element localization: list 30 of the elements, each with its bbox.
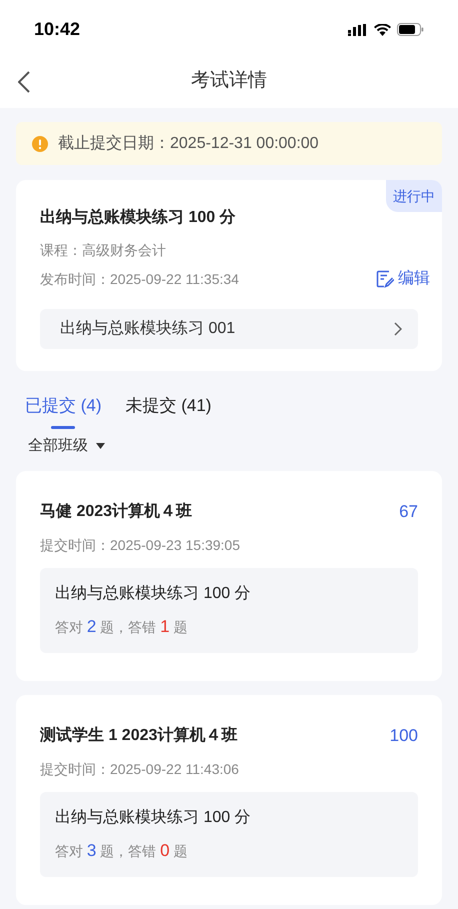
page-title: 考试详情	[191, 69, 267, 94]
submit-time: 提交时间：2025-09-23 15:39:05	[40, 536, 241, 554]
answer-summary: 答对 3 题，答错 0 题	[55, 840, 188, 862]
status-badge: 进行中	[386, 180, 442, 212]
edit-button[interactable]: 编辑	[376, 267, 430, 291]
back-icon	[18, 71, 30, 93]
course-text: 课程：高级财务会计	[40, 241, 167, 260]
submit-time: 提交时间：2025-09-22 11:43:06	[40, 760, 240, 778]
student-name: 测试学生 1 2023计算机４班	[40, 726, 238, 746]
status-time: 10:42	[34, 18, 80, 41]
paper-link[interactable]: 出纳与总账模块练习 001	[40, 309, 418, 349]
paper-title: 出纳与总账模块练习 100 分	[55, 584, 252, 604]
deadline-text: 截止提交日期：2025-12-31 00:00:00	[58, 134, 319, 154]
warning-icon	[32, 136, 48, 152]
paper-title: 出纳与总账模块练习 100 分	[55, 808, 252, 828]
student-name: 马健 2023计算机４班	[40, 502, 192, 522]
exam-title: 出纳与总账模块练习 100 分	[40, 208, 237, 228]
class-filter[interactable]: 全部班级	[28, 434, 105, 457]
publish-time: 发布时间：2025-09-22 11:35:34	[40, 270, 239, 288]
edit-icon	[376, 270, 394, 288]
signal-icon	[348, 24, 368, 36]
chevron-right-icon	[394, 322, 402, 336]
answer-summary: 答对 2 题，答错 1 题	[55, 616, 188, 638]
tab[interactable]: 未提交 (41)	[126, 393, 212, 430]
score: 67	[399, 501, 418, 523]
wifi-icon	[374, 24, 391, 36]
caret-down-icon	[96, 442, 105, 449]
tab[interactable]: 已提交 (4)	[25, 393, 102, 430]
score: 100	[390, 725, 418, 747]
battery-icon	[397, 23, 424, 36]
